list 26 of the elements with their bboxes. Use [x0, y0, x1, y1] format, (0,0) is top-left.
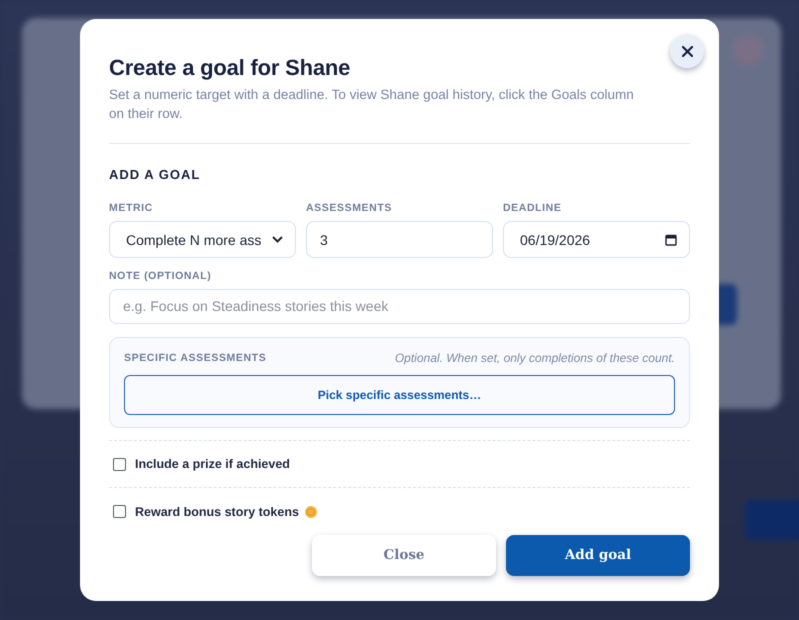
- add-goal-button[interactable]: Add goal: [506, 534, 690, 576]
- date-field[interactable]: 06/19/2026: [503, 221, 690, 258]
- section-heading: ADD A GOAL: [109, 166, 202, 184]
- field-label: NOTE (OPTIONAL): [109, 269, 212, 283]
- field-label: ASSESSMENTS: [306, 201, 393, 215]
- number-input[interactable]: 3: [306, 221, 493, 258]
- checkbox-label: Reward bonus story tokens: [135, 504, 299, 519]
- dropdown-field[interactable]: Complete N more ass: [109, 221, 296, 258]
- close-button[interactable]: [670, 34, 704, 68]
- panel-hint: Optional. When set, only completions of these count.: [394, 350, 675, 365]
- panel-heading: SPECIFIC ASSESSMENTS: [124, 350, 266, 365]
- checkbox-label: Include a prize if achieved: [135, 457, 290, 472]
- field-label: METRIC: [109, 201, 154, 215]
- dialog-title: Create a goal for Shane: [109, 55, 352, 81]
- chevron-down-icon: [272, 236, 283, 243]
- coin-icon: [304, 506, 317, 518]
- checkbox[interactable]: [113, 458, 126, 471]
- checkbox[interactable]: [113, 505, 126, 518]
- calendar-icon: [665, 234, 677, 246]
- pick-assessments-button[interactable]: Pick specific assessments…: [124, 374, 675, 415]
- field-label: DEADLINE: [503, 201, 562, 215]
- dialog-description: Set a numeric target with a deadline. To view Shane goal history, click the Goals column on their row.: [109, 86, 635, 123]
- close-dialog-button[interactable]: Close: [312, 534, 496, 576]
- blurred-block-drawing: [745, 500, 799, 540]
- note-input[interactable]: e.g. Focus on Steadiness stories this week: [109, 289, 690, 324]
- close-icon: [682, 46, 692, 56]
